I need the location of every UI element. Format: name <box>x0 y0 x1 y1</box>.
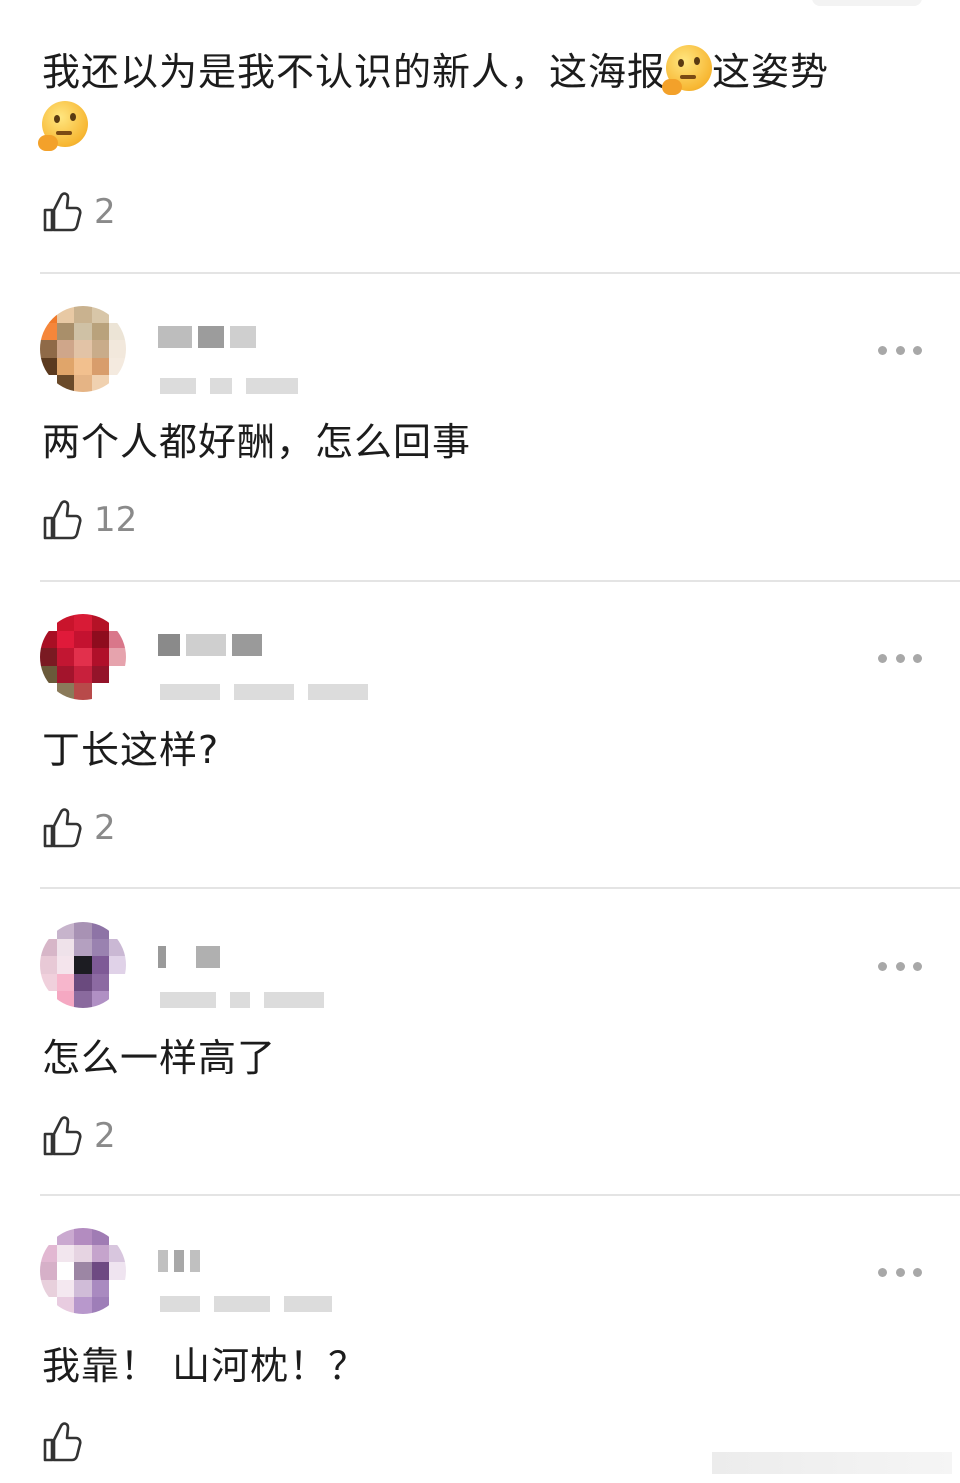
avatar[interactable] <box>40 922 126 1008</box>
watermark-blurred <box>712 1452 952 1474</box>
like-button[interactable]: 2 <box>42 190 116 234</box>
more-dots-icon[interactable] <box>878 338 922 362</box>
comment-text: 我还以为是我不认识的新人，这海报 这姿势 <box>38 44 922 156</box>
thumbs-up-icon <box>43 192 82 232</box>
comment-text: 丁长这样? <box>42 728 220 772</box>
thinking-face-emoji <box>662 45 713 95</box>
more-dots-icon[interactable] <box>878 646 922 670</box>
more-dots-icon[interactable] <box>878 954 922 978</box>
comment-meta-blurred <box>160 992 338 1008</box>
comment-text: 我靠！ 山河枕！？ <box>42 1344 368 1388</box>
like-count: 2 <box>94 192 116 232</box>
comment-meta-blurred <box>160 1296 346 1312</box>
thumbs-up-icon <box>43 1422 82 1462</box>
avatar[interactable] <box>40 614 126 700</box>
divider <box>40 580 960 582</box>
comment-text: 怎么一样高了 <box>42 1036 277 1080</box>
divider <box>40 1194 960 1196</box>
username-blurred[interactable] <box>158 326 262 348</box>
comment-text: 两个人都好酬，怎么回事 <box>42 420 472 464</box>
username-blurred[interactable] <box>158 946 226 968</box>
comment-meta-blurred <box>160 378 312 394</box>
thumbs-up-icon <box>43 808 82 848</box>
like-button[interactable]: 2 <box>42 1114 116 1158</box>
thumbs-up-icon <box>43 1116 82 1156</box>
thumbs-up-icon <box>43 500 82 540</box>
more-dots-icon[interactable] <box>878 1260 922 1284</box>
thinking-face-emoji <box>38 101 88 151</box>
top-pill <box>812 0 922 6</box>
like-count: 2 <box>94 808 116 848</box>
username-blurred[interactable] <box>158 1250 206 1272</box>
like-count: 2 <box>94 1116 116 1156</box>
like-button[interactable] <box>42 1420 94 1464</box>
like-button[interactable]: 12 <box>42 498 137 542</box>
avatar[interactable] <box>40 1228 126 1314</box>
username-blurred[interactable] <box>158 634 268 656</box>
divider <box>40 887 960 889</box>
comment-meta-blurred <box>160 684 382 700</box>
divider <box>40 272 960 274</box>
avatar[interactable] <box>40 306 126 392</box>
like-count: 12 <box>94 500 138 540</box>
like-button[interactable]: 2 <box>42 806 116 850</box>
